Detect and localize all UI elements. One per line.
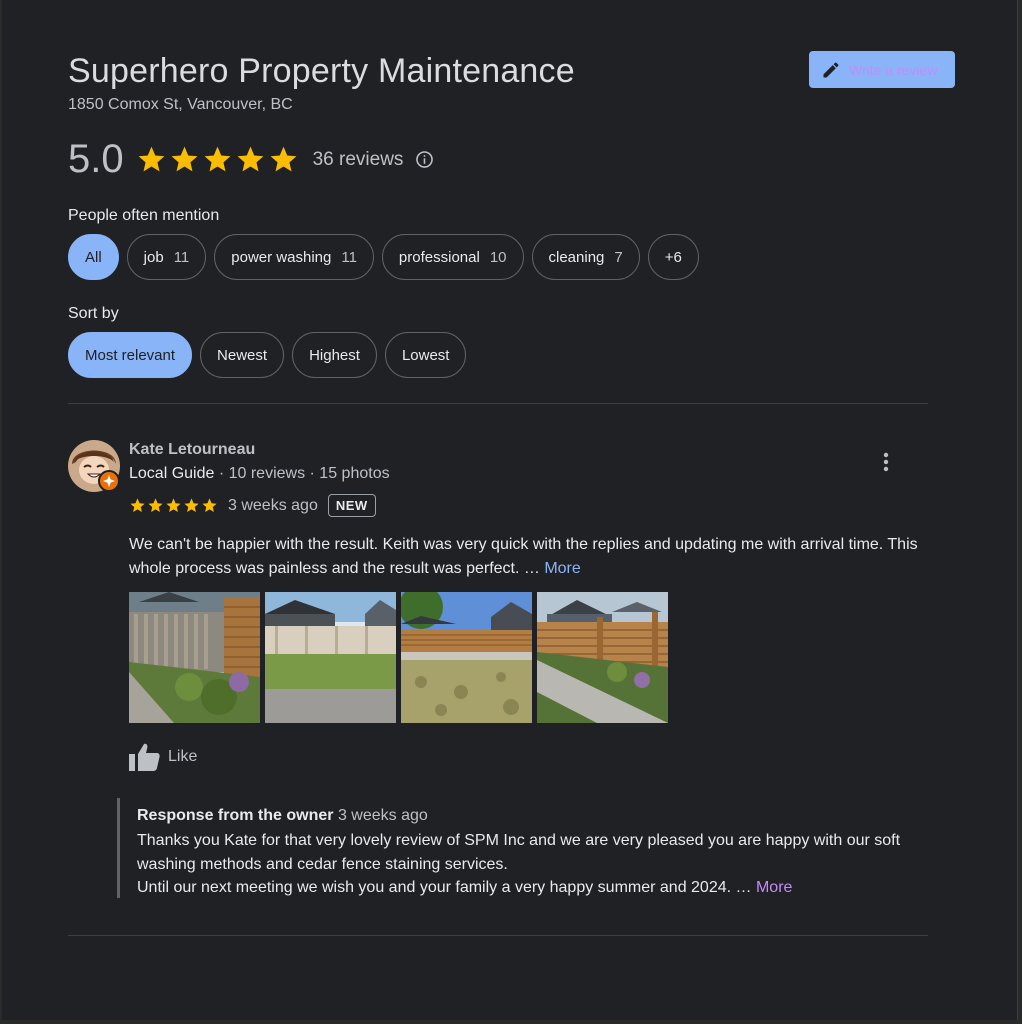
review-date: 3 weeks ago	[228, 496, 318, 514]
owner-response: Response from the owner 3 weeks ago Than…	[117, 798, 937, 898]
info-icon[interactable]	[415, 150, 434, 169]
rating-stars	[136, 144, 299, 175]
review-body: We can't be happier with the result. Kei…	[129, 536, 918, 577]
reviewer-stats: · 10 reviews · 15 photos	[214, 465, 390, 482]
mention-chip-label: job	[143, 248, 164, 266]
mention-chip[interactable]: cleaning 7	[531, 234, 640, 280]
rating-summary: 5.0 36 reviews	[68, 137, 434, 182]
mention-chip[interactable]: professional 10	[381, 234, 524, 280]
mention-chip[interactable]: All	[68, 234, 119, 280]
mention-chip-count: 10	[489, 248, 507, 266]
rating-score: 5.0	[68, 137, 124, 181]
reviews-panel: Superhero Property Maintenance 1850 Como…	[2, 0, 1018, 1020]
star-icon	[270, 146, 297, 172]
sort-option[interactable]: Newest	[200, 332, 285, 378]
sort-option[interactable]: Most relevant	[68, 332, 193, 378]
owner-response-title: Response from the owner	[137, 807, 334, 824]
thumbs-up-icon	[129, 743, 160, 771]
star-icon	[166, 498, 181, 513]
mention-chip-count: 11	[341, 248, 357, 266]
review-text: We can't be happier with the result. Kei…	[129, 533, 919, 581]
new-badge: NEW	[327, 494, 376, 517]
reviewer-avatar[interactable]	[68, 440, 120, 492]
sort-option[interactable]: Highest	[292, 332, 377, 378]
review-rating-row: 3 weeks ago NEW	[129, 494, 376, 517]
review-photo[interactable]	[537, 592, 668, 723]
mention-chip-label: All	[85, 248, 102, 266]
reviewer-meta: Local Guide · 10 reviews · 15 photos	[129, 465, 390, 483]
star-icon	[148, 498, 163, 513]
review-photo[interactable]	[401, 592, 532, 723]
owner-response-date: 3 weeks ago	[337, 807, 428, 824]
owner-response-text: Thanks you Kate for that very lovely rev…	[137, 829, 937, 900]
like-button[interactable]: Like	[129, 743, 197, 771]
mention-chip-label: cleaning	[548, 248, 605, 266]
star-icon	[202, 498, 217, 513]
review-photos	[129, 592, 668, 723]
mention-chips: All job 11 power washing 11 professional 10 cle…	[68, 234, 699, 280]
pencil-icon	[823, 61, 839, 77]
mention-chip-count: 11	[173, 248, 190, 266]
sort-heading: Sort by	[68, 305, 119, 322]
local-guide-label: Local Guide	[129, 465, 215, 482]
mention-chip-count: 7	[614, 248, 623, 266]
mention-chip-label: +6	[664, 248, 682, 266]
star-icon	[237, 146, 264, 172]
owner-response-line: Until our next meeting we wish you and y…	[137, 879, 756, 896]
review-count[interactable]: 36 reviews	[313, 149, 404, 171]
mention-chip-label: power washing	[231, 248, 332, 266]
owner-response-more-link[interactable]: More	[756, 879, 792, 896]
review-stars	[129, 497, 218, 514]
write-review-button[interactable]: Write a review	[809, 51, 955, 88]
star-icon	[138, 146, 165, 172]
sort-option[interactable]: Lowest	[384, 332, 467, 378]
star-icon	[130, 498, 145, 513]
star-icon	[171, 146, 198, 172]
sort-chips: Most relevant Newest Highest Lowest	[68, 332, 467, 378]
review-more-link[interactable]: More	[544, 560, 580, 577]
star-icon	[204, 146, 231, 172]
mention-chip-label: professional	[398, 248, 480, 266]
write-review-label: Write a review	[849, 61, 938, 78]
divider	[68, 403, 928, 404]
review-photo[interactable]	[265, 592, 396, 723]
reviewer-name[interactable]: Kate Letourneau	[129, 441, 255, 459]
like-label: Like	[168, 748, 198, 765]
mention-chip[interactable]: job 11	[126, 234, 207, 280]
owner-response-header: Response from the owner 3 weeks ago	[137, 805, 937, 827]
business-name: Superhero Property Maintenance	[68, 52, 575, 90]
mention-chip[interactable]: +6	[647, 234, 699, 280]
review-photo[interactable]	[129, 592, 260, 723]
mentions-heading: People often mention	[68, 207, 220, 224]
star-icon	[184, 498, 199, 513]
divider	[68, 935, 928, 936]
mention-chip[interactable]: power washing 11	[214, 234, 374, 280]
more-options-icon[interactable]	[876, 450, 896, 474]
owner-response-line: Thanks you Kate for that very lovely rev…	[137, 832, 901, 873]
business-address: 1850 Comox St, Vancouver, BC	[68, 96, 293, 113]
